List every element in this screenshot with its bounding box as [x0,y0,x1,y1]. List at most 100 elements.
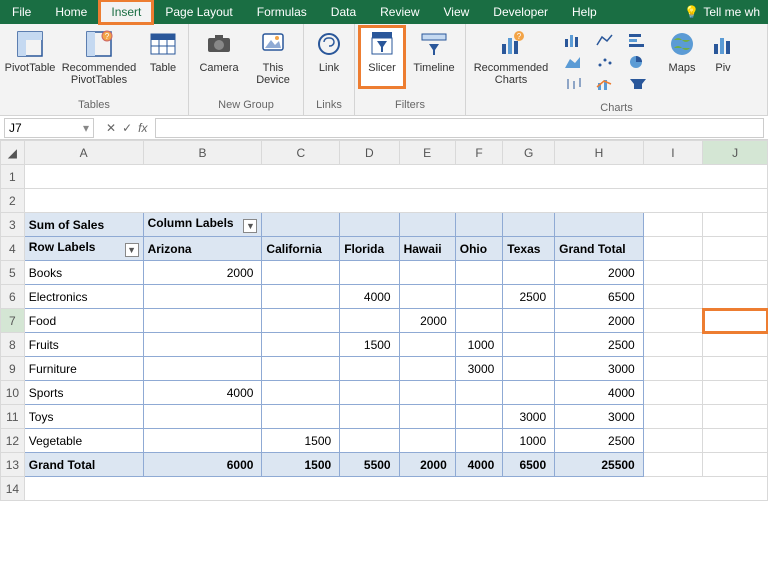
scatter-chart-icon[interactable] [594,54,618,70]
pivot-val[interactable] [455,309,503,333]
pivot-grand-label[interactable]: Grand Total [24,453,143,477]
pivot-val[interactable]: 6500 [555,285,644,309]
funnel-chart-icon[interactable] [626,76,650,92]
pivot-val[interactable] [143,309,262,333]
pivot-row-label[interactable]: Books [24,261,143,285]
cell[interactable] [643,429,702,453]
pivot-val[interactable] [340,405,399,429]
pivot-val[interactable] [399,285,455,309]
pivot-val[interactable]: 2000 [555,309,644,333]
pivot-val[interactable] [262,285,340,309]
row-4[interactable]: 4 [1,237,25,261]
cell[interactable] [643,333,702,357]
tab-page-layout[interactable]: Page Layout [153,0,244,24]
pivot-val[interactable] [503,333,555,357]
tab-home[interactable]: Home [43,0,99,24]
dropdown-icon[interactable]: ▼ [243,219,257,233]
enter-icon[interactable]: ✓ [122,121,132,135]
cell[interactable] [703,453,768,477]
pivot-val[interactable]: 2000 [143,261,262,285]
col-A[interactable]: A [24,141,143,165]
cell[interactable] [24,189,767,213]
cell[interactable] [643,237,702,261]
pivot-row-label[interactable]: Sports [24,381,143,405]
pivot-val[interactable] [399,261,455,285]
maps-button[interactable]: Maps [662,28,702,86]
pivot-row-label[interactable]: Toys [24,405,143,429]
cell[interactable] [643,405,702,429]
pivot-val[interactable] [340,261,399,285]
cell[interactable] [703,405,768,429]
row-1[interactable]: 1 [1,165,25,189]
cell[interactable] [24,477,767,501]
tab-formulas[interactable]: Formulas [245,0,319,24]
col-D[interactable]: D [340,141,399,165]
cell[interactable] [703,357,768,381]
pivot-val[interactable]: 2000 [555,261,644,285]
slicer-button[interactable]: Slicer [361,28,403,86]
cell[interactable] [340,213,399,237]
pivot-row-labels[interactable]: Row Labels▼ [24,237,143,261]
pivot-val[interactable] [143,333,262,357]
camera-button[interactable]: Camera [195,28,243,86]
col-E[interactable]: E [399,141,455,165]
name-box[interactable]: J7 ▾ [4,118,94,138]
pivot-col-hdr[interactable]: Ohio [455,237,503,261]
pivot-val[interactable]: 3000 [555,405,644,429]
pivot-row-label[interactable]: Vegetable [24,429,143,453]
pivot-val[interactable] [262,333,340,357]
area-chart-icon[interactable] [562,54,586,70]
cell[interactable] [262,213,340,237]
pivot-col-hdr[interactable]: Arizona [143,237,262,261]
col-B[interactable]: B [143,141,262,165]
pivot-grand-val[interactable]: 1500 [262,453,340,477]
pivotchart-button[interactable]: Piv [708,28,738,86]
cell-J7-selected[interactable] [703,309,768,333]
chevron-down-icon[interactable]: ▾ [83,121,89,135]
pivot-val[interactable]: 4000 [143,381,262,405]
col-I[interactable]: I [643,141,702,165]
bar-chart-icon[interactable] [562,32,586,48]
cell[interactable] [643,453,702,477]
pivot-val[interactable] [340,357,399,381]
pivot-val[interactable]: 2000 [399,309,455,333]
cell[interactable] [399,213,455,237]
row-5[interactable]: 5 [1,261,25,285]
pivot-val[interactable] [455,381,503,405]
col-G[interactable]: G [503,141,555,165]
link-button[interactable]: Link [310,28,348,86]
combo-chart-icon[interactable] [594,76,618,92]
cell[interactable] [643,381,702,405]
pivot-val[interactable]: 2500 [555,333,644,357]
pivot-val[interactable]: 1500 [262,429,340,453]
pivot-col-hdr[interactable]: Grand Total [555,237,644,261]
rec-pivottables-button[interactable]: ? RecommendedPivotTables [60,28,138,86]
cell[interactable] [703,213,768,237]
cancel-icon[interactable]: ✕ [106,121,116,135]
dropdown-icon[interactable]: ▼ [125,243,139,257]
pivot-val[interactable] [455,429,503,453]
tab-review[interactable]: Review [368,0,431,24]
row-11[interactable]: 11 [1,405,25,429]
cell[interactable] [643,357,702,381]
pivot-row-label[interactable]: Food [24,309,143,333]
col-F[interactable]: F [455,141,503,165]
row-2[interactable]: 2 [1,189,25,213]
pivot-row-label[interactable]: Furniture [24,357,143,381]
pivot-grand-val[interactable]: 25500 [555,453,644,477]
this-device-button[interactable]: ThisDevice [249,28,297,86]
cell[interactable] [643,285,702,309]
cell[interactable] [555,213,644,237]
col-H[interactable]: H [555,141,644,165]
pivot-val[interactable]: 4000 [340,285,399,309]
row-8[interactable]: 8 [1,333,25,357]
timeline-button[interactable]: Timeline [409,28,459,86]
pivot-row-label[interactable]: Electronics [24,285,143,309]
pivot-val[interactable]: 4000 [555,381,644,405]
select-all[interactable]: ◢ [1,141,25,165]
pivot-val[interactable] [503,261,555,285]
tab-insert[interactable]: Insert [99,0,153,24]
tab-data[interactable]: Data [319,0,368,24]
pivot-grand-val[interactable]: 2000 [399,453,455,477]
pie-chart-icon[interactable] [626,54,650,70]
